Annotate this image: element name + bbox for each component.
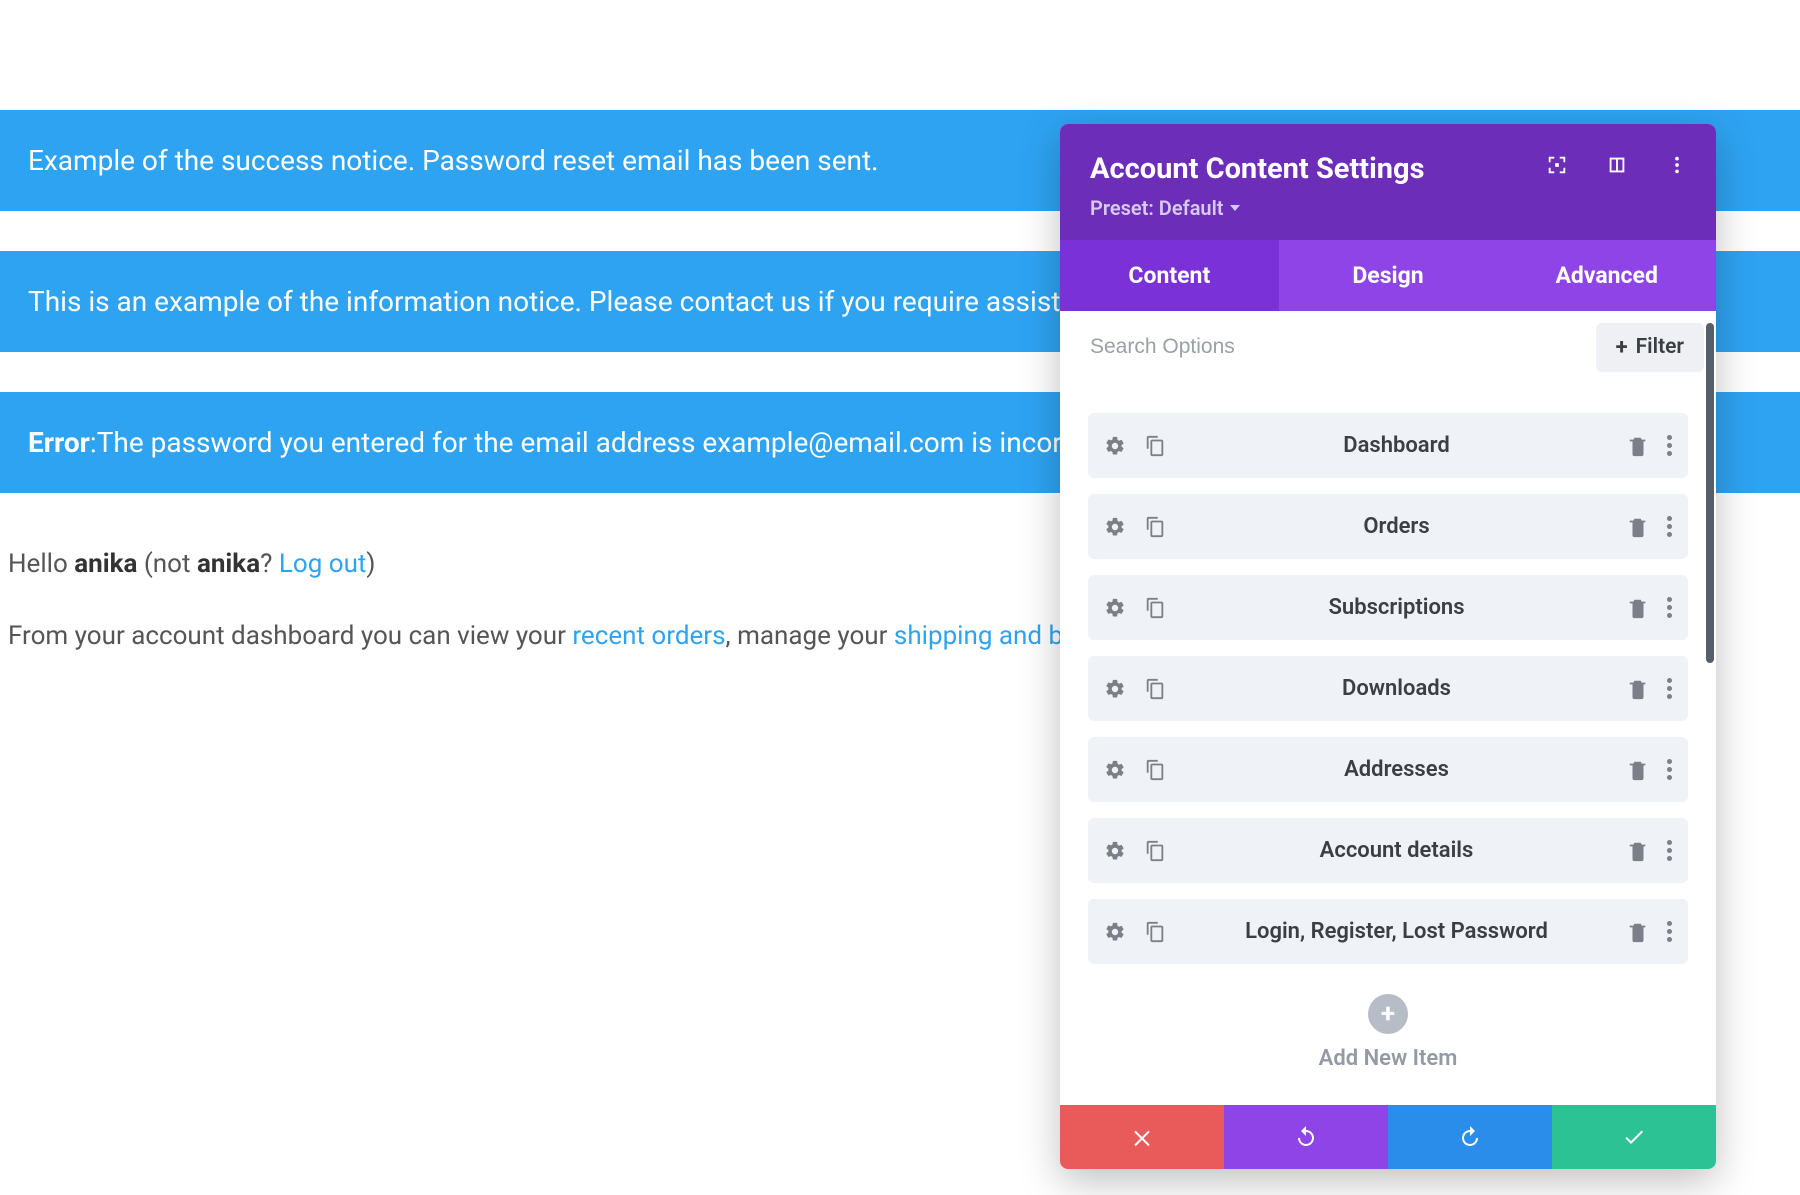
item-label: Account details	[1166, 838, 1627, 863]
recent-orders-link[interactable]: recent orders	[572, 621, 725, 651]
error-text: :The password you entered for the email …	[90, 426, 1117, 459]
panel-tabs: Content Design Advanced	[1060, 240, 1716, 311]
close-icon	[1130, 1125, 1154, 1149]
check-icon	[1622, 1125, 1646, 1149]
trash-icon[interactable]	[1627, 678, 1649, 700]
logout-link[interactable]: Log out	[279, 549, 367, 579]
more-icon[interactable]	[1667, 759, 1672, 780]
add-new-section: + Add New Item	[1088, 980, 1688, 1095]
greeting-close: )	[366, 549, 375, 579]
add-item-button[interactable]: +	[1368, 994, 1408, 1034]
duplicate-icon[interactable]	[1144, 597, 1166, 619]
list-item[interactable]: Orders	[1088, 494, 1688, 559]
more-icon[interactable]	[1667, 435, 1672, 456]
preset-selector[interactable]: Preset: Default	[1090, 196, 1686, 220]
panel-footer	[1060, 1105, 1716, 1169]
greeting-not-open: (not	[137, 549, 197, 579]
item-label: Addresses	[1166, 757, 1627, 782]
scrollbar[interactable]	[1706, 323, 1714, 663]
redo-icon	[1458, 1125, 1482, 1149]
gear-icon[interactable]	[1104, 840, 1126, 862]
gear-icon[interactable]	[1104, 921, 1126, 943]
tab-design[interactable]: Design	[1279, 240, 1498, 311]
error-label: Error	[28, 426, 90, 459]
more-icon[interactable]	[1667, 840, 1672, 861]
gear-icon[interactable]	[1104, 516, 1126, 538]
trash-icon[interactable]	[1627, 759, 1649, 781]
dash-text-2: , manage your	[726, 621, 894, 651]
redo-button[interactable]	[1388, 1105, 1552, 1169]
list-item[interactable]: Account details	[1088, 818, 1688, 883]
gear-icon[interactable]	[1104, 678, 1126, 700]
list-item[interactable]: Dashboard	[1088, 413, 1688, 478]
settings-panel: Account Content Settings Preset: Default…	[1060, 124, 1716, 1169]
panel-header: Account Content Settings Preset: Default	[1060, 124, 1716, 240]
trash-icon[interactable]	[1627, 921, 1649, 943]
search-input[interactable]	[1072, 321, 1586, 373]
undo-button[interactable]	[1224, 1105, 1388, 1169]
expand-icon[interactable]	[1546, 154, 1568, 176]
greeting-q: ?	[260, 549, 279, 579]
greeting-hello: Hello	[8, 549, 74, 579]
more-icon[interactable]	[1667, 597, 1672, 618]
cancel-button[interactable]	[1060, 1105, 1224, 1169]
plus-icon: +	[1616, 335, 1628, 360]
dash-text-1: From your account dashboard you can view…	[8, 621, 572, 651]
tab-content[interactable]: Content	[1060, 240, 1279, 311]
tab-advanced[interactable]: Advanced	[1497, 240, 1716, 311]
panel-body: Dashboard Orders Subscriptions Downloads Add…	[1060, 383, 1716, 1105]
add-item-label: Add New Item	[1088, 1046, 1688, 1071]
list-item[interactable]: Login, Register, Lost Password	[1088, 899, 1688, 964]
trash-icon[interactable]	[1627, 435, 1649, 457]
trash-icon[interactable]	[1627, 597, 1649, 619]
filter-button[interactable]: + Filter	[1596, 323, 1704, 372]
panel-toolbar: + Filter	[1060, 311, 1716, 383]
gear-icon[interactable]	[1104, 597, 1126, 619]
duplicate-icon[interactable]	[1144, 759, 1166, 781]
item-label: Login, Register, Lost Password	[1166, 919, 1627, 944]
snap-icon[interactable]	[1606, 154, 1628, 176]
more-icon[interactable]	[1667, 516, 1672, 537]
item-label: Downloads	[1166, 676, 1627, 701]
greeting-username: anika	[74, 549, 137, 579]
undo-icon	[1294, 1125, 1318, 1149]
duplicate-icon[interactable]	[1144, 840, 1166, 862]
item-label: Subscriptions	[1166, 595, 1627, 620]
greeting-not-user: anika	[197, 549, 260, 579]
list-item[interactable]: Subscriptions	[1088, 575, 1688, 640]
more-icon[interactable]	[1666, 154, 1688, 176]
gear-icon[interactable]	[1104, 759, 1126, 781]
trash-icon[interactable]	[1627, 516, 1649, 538]
duplicate-icon[interactable]	[1144, 516, 1166, 538]
more-icon[interactable]	[1667, 921, 1672, 942]
save-button[interactable]	[1552, 1105, 1716, 1169]
more-icon[interactable]	[1667, 678, 1672, 699]
caret-down-icon	[1230, 205, 1240, 211]
item-label: Dashboard	[1166, 433, 1627, 458]
item-label: Orders	[1166, 514, 1627, 539]
duplicate-icon[interactable]	[1144, 921, 1166, 943]
trash-icon[interactable]	[1627, 840, 1649, 862]
gear-icon[interactable]	[1104, 435, 1126, 457]
preset-label: Preset: Default	[1090, 196, 1224, 220]
list-item[interactable]: Addresses	[1088, 737, 1688, 802]
duplicate-icon[interactable]	[1144, 435, 1166, 457]
filter-label: Filter	[1636, 335, 1684, 359]
duplicate-icon[interactable]	[1144, 678, 1166, 700]
list-item[interactable]: Downloads	[1088, 656, 1688, 721]
